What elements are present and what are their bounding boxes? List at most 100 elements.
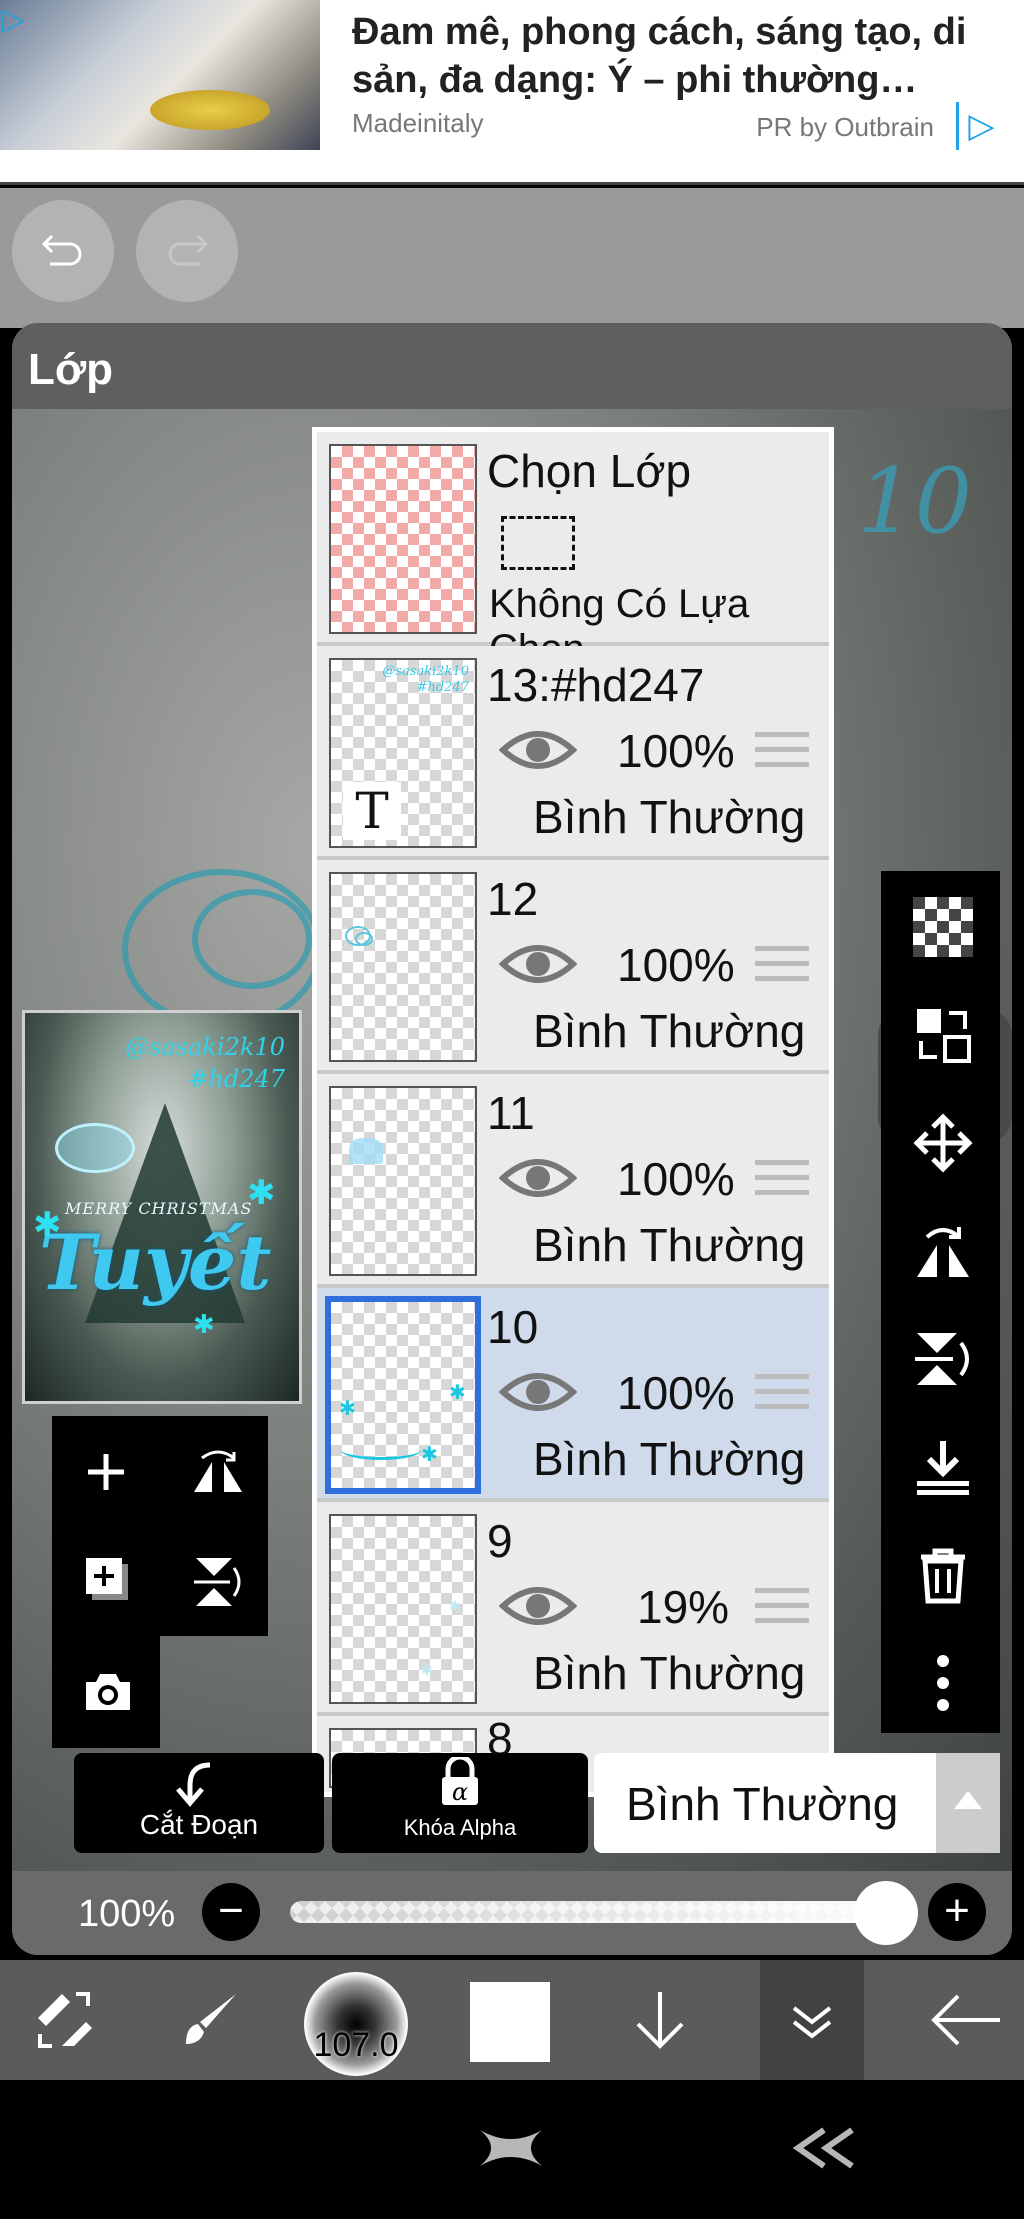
drag-handle-icon[interactable] — [755, 1588, 809, 1633]
layer-name: 11 — [487, 1087, 535, 1139]
layer-opacity: 19% — [637, 1581, 730, 1633]
opacity-slider-fill — [290, 1901, 900, 1923]
clipping-arrow-icon — [176, 1762, 211, 1807]
more-vertical-icon — [937, 1655, 949, 1711]
blend-mode-select[interactable]: Bình Thường — [594, 1753, 944, 1853]
layers-toggle-button[interactable] — [760, 1960, 864, 2080]
arrow-down-icon — [636, 1992, 684, 2049]
layer-blend-mode: Bình Thường — [533, 1005, 806, 1057]
layer-opacity: 100% — [617, 939, 735, 991]
flip-horizontal-icon — [194, 1450, 242, 1492]
visibility-eye-icon[interactable] — [499, 1580, 577, 1632]
preview-caption: MERRY CHRISTMAS — [65, 1199, 253, 1218]
snowflake-icon: ✱ — [33, 1206, 62, 1244]
tool-switch-button[interactable] — [4, 1960, 124, 2080]
checkerboard-icon — [913, 897, 973, 957]
flip-vertical-icon — [194, 1558, 241, 1606]
swap-layers-icon — [917, 1009, 971, 1063]
duplicate-layer-button[interactable] — [56, 1528, 156, 1628]
select-layer-row[interactable]: Chọn Lớp Không Có Lựa Chọn — [317, 432, 829, 671]
ad-title[interactable]: Đam mê, phong cách, sáng tạo, di sản, đa… — [352, 8, 992, 104]
opacity-increase-button[interactable]: + — [928, 1883, 986, 1941]
flip-vertical-right-button[interactable] — [893, 1309, 989, 1405]
layer-row[interactable]: 12 100% Bình Thường — [317, 860, 829, 1070]
double-chevron-left-icon[interactable] — [790, 2126, 860, 2170]
ad-source: Madeinitaly — [352, 108, 484, 138]
visibility-eye-icon[interactable] — [499, 1152, 577, 1204]
flip-horizontal-button[interactable] — [164, 1422, 264, 1522]
selection-thumbnail — [329, 444, 477, 634]
ad-image[interactable] — [0, 0, 320, 150]
canvas-preview[interactable]: @sasaki2k10 #hd247 MERRY CHRISTMAS Tuyết… — [22, 1010, 302, 1404]
clipping-label: Cắt Đoạn — [139, 1809, 259, 1840]
snowflake-icon: ✱ — [247, 1174, 276, 1212]
flip-horizontal-icon — [917, 1227, 969, 1277]
layer-tools-right — [881, 871, 1000, 1733]
move-button[interactable] — [893, 1093, 989, 1189]
layer-opacity: 100% — [617, 725, 735, 777]
layer-row[interactable]: @sasaki2k10 #hd247 T 13:#hd247 100% Bình… — [317, 646, 829, 856]
layer-tools-left — [52, 1416, 268, 1748]
layer-opacity: 100% — [617, 1367, 735, 1419]
snowflake-icon: ✱ — [193, 1309, 215, 1339]
top-bar — [0, 188, 1024, 328]
more-options-button[interactable] — [893, 1633, 989, 1729]
system-nav-bar — [0, 2080, 1024, 2219]
move-arrows-icon — [913, 1113, 973, 1173]
layer-name: 9 — [487, 1515, 513, 1567]
merge-down-button[interactable] — [893, 1417, 989, 1513]
layer-opacity: 100% — [617, 1153, 735, 1205]
layer-name: 13:#hd247 — [487, 659, 705, 711]
redo-button[interactable] — [136, 200, 238, 302]
layer-down-button[interactable] — [600, 1960, 720, 2080]
brush-size-button[interactable]: 107.0 — [304, 1972, 408, 2076]
back-button[interactable] — [900, 1960, 1020, 2080]
merge-down-icon — [917, 1441, 969, 1495]
layer-thumbnail: ✱ ✱ — [329, 1514, 477, 1704]
alpha-lock-icon: α — [442, 1757, 478, 1806]
flip-horizontal-right-button[interactable] — [893, 1201, 989, 1297]
transform-swap-button[interactable] — [893, 985, 989, 1081]
preview-word: Tuyết — [39, 1218, 272, 1307]
clipping-button[interactable]: Cắt Đoạn — [74, 1753, 324, 1853]
visibility-eye-icon[interactable] — [499, 1366, 577, 1418]
text-layer-icon: T — [343, 782, 401, 840]
alpha-lock-button[interactable]: α Khóa Alpha — [332, 1753, 588, 1853]
undo-button[interactable] — [12, 200, 114, 302]
delete-layer-button[interactable] — [893, 1525, 989, 1621]
visibility-eye-icon[interactable] — [499, 938, 577, 990]
layer-row[interactable]: ✱ ✱ 9 19% Bình Thường — [317, 1502, 829, 1712]
layer-thumbnail — [329, 1086, 477, 1276]
color-picker-button[interactable] — [470, 1982, 550, 2062]
layer-thumbnail: ✱ ✱ ✱ — [325, 1296, 481, 1494]
camera-button[interactable] — [56, 1642, 156, 1742]
layer-row[interactable]: 11 100% Bình Thường — [317, 1074, 829, 1284]
layer-blend-mode: Bình Thường — [533, 1219, 806, 1271]
add-layer-button[interactable] — [56, 1422, 156, 1522]
ad-banner[interactable]: ▷ Đam mê, phong cách, sáng tạo, di sản, … — [0, 0, 1024, 185]
drag-handle-icon[interactable] — [755, 1374, 809, 1419]
bunny-ears-art — [55, 1123, 135, 1173]
drag-handle-icon[interactable] — [755, 946, 809, 991]
layer-row-selected[interactable]: ✱ ✱ ✱ 10 100% Bình Thường — [317, 1288, 829, 1498]
opacity-slider[interactable] — [290, 1881, 918, 1945]
transparency-button[interactable] — [893, 877, 989, 973]
main-toolbar: 107.0 — [0, 1960, 1024, 2080]
undo-icon — [41, 234, 82, 266]
layer-thumbnail: @sasaki2k10 #hd247 T — [329, 658, 477, 848]
flip-vertical-button[interactable] — [164, 1528, 264, 1628]
brush-tool-button[interactable] — [150, 1960, 270, 2080]
arrow-left-icon — [931, 1994, 1000, 2046]
svg-text:α: α — [452, 1778, 468, 1806]
ad-info-icon[interactable]: ▷ — [956, 102, 1004, 150]
blend-mode-dropdown-button[interactable] — [936, 1753, 1000, 1853]
opacity-slider-knob[interactable] — [854, 1881, 918, 1945]
ad-sponsor-label[interactable]: PR by Outbrain — [756, 112, 934, 143]
layers-list[interactable]: Chọn Lớp Không Có Lựa Chọn @sasaki2k10 #… — [312, 427, 834, 1797]
visibility-eye-icon[interactable] — [499, 724, 577, 776]
drag-handle-icon[interactable] — [755, 1160, 809, 1205]
opacity-decrease-button[interactable]: − — [202, 1883, 260, 1941]
blend-mode-value: Bình Thường — [626, 1778, 899, 1830]
close-ad-icon[interactable] — [476, 2126, 546, 2170]
drag-handle-icon[interactable] — [755, 732, 809, 777]
